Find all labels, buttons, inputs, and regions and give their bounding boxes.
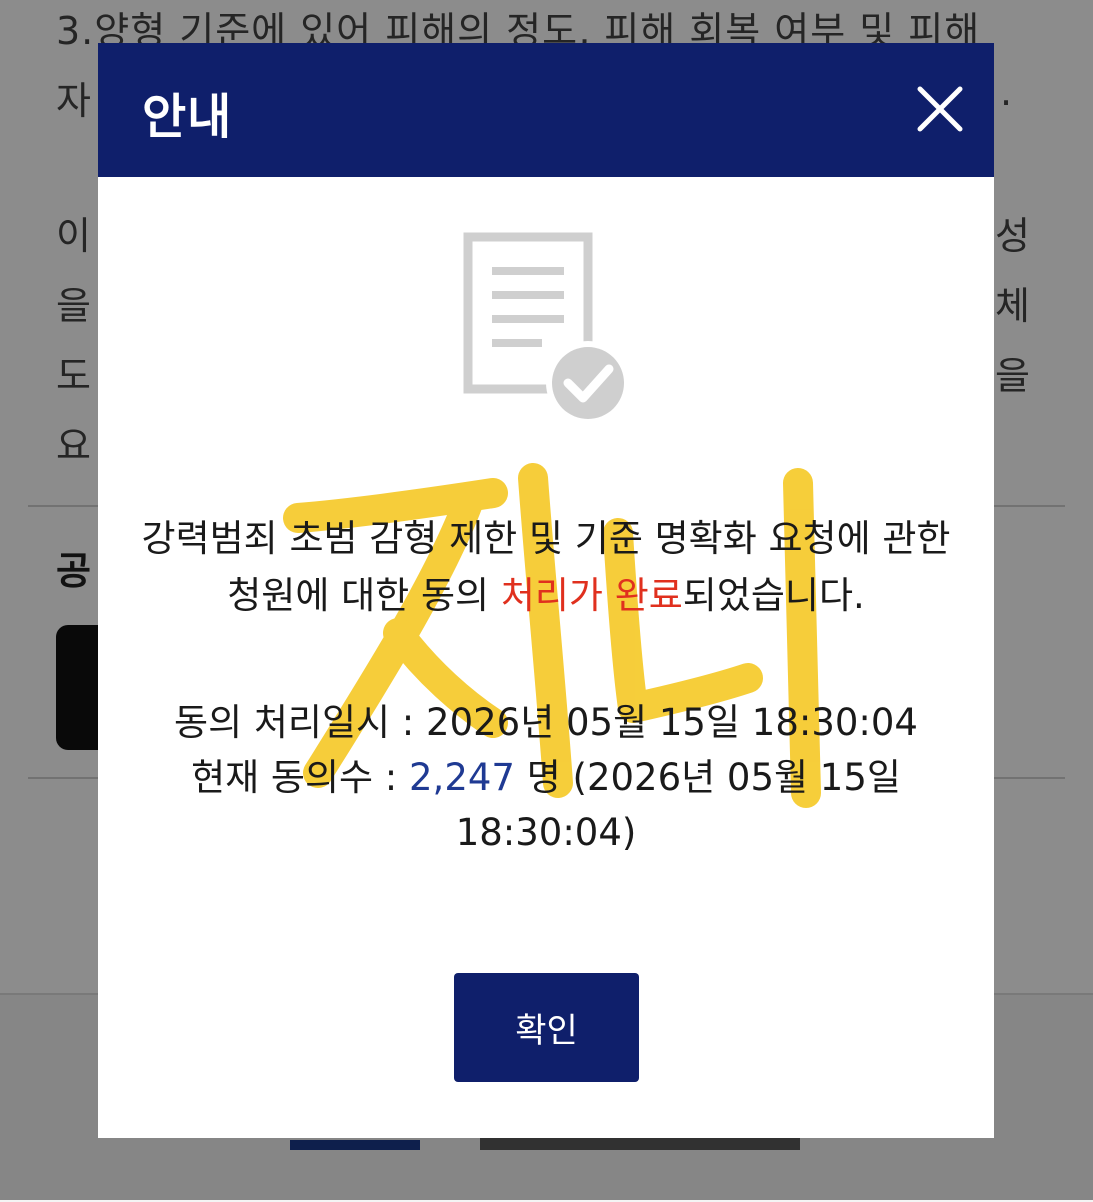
- processed-datetime: 동의 처리일시 : 2026년 05월 15일 18:30:04: [138, 695, 954, 750]
- completion-message: 강력범죄 초범 감형 제한 및 기준 명확화 요청에 관한 청원에 대한 동의 …: [138, 510, 954, 624]
- count-value: 2,247: [409, 756, 515, 799]
- confirm-button[interactable]: 확인: [454, 973, 639, 1082]
- processed-value: 2026년 05월 15일 18:30:04: [426, 701, 918, 744]
- agreement-info: 동의 처리일시 : 2026년 05월 15일 18:30:04 현재 동의수 …: [138, 695, 954, 860]
- notice-modal: 안내 강력범죄 초범 감형 제한 및 기준 명확화 요청에 관한 청원에 대한 …: [98, 43, 994, 1138]
- processed-label: 동의 처리일시 :: [174, 701, 427, 744]
- modal-header: 안내: [98, 43, 994, 177]
- modal-title: 안내: [142, 89, 233, 145]
- close-button[interactable]: [910, 79, 970, 139]
- count-label: 현재 동의수 :: [191, 756, 410, 799]
- close-icon: [917, 86, 963, 132]
- message-suffix: 되었습니다.: [682, 574, 865, 617]
- document-check-icon: [463, 232, 630, 425]
- count-suffix: 명 (2026년 05월 15일 18:30:04): [455, 756, 901, 854]
- agreement-count: 현재 동의수 : 2,247 명 (2026년 05월 15일 18:30:04…: [138, 750, 954, 860]
- message-highlight: 처리가 완료: [500, 574, 683, 617]
